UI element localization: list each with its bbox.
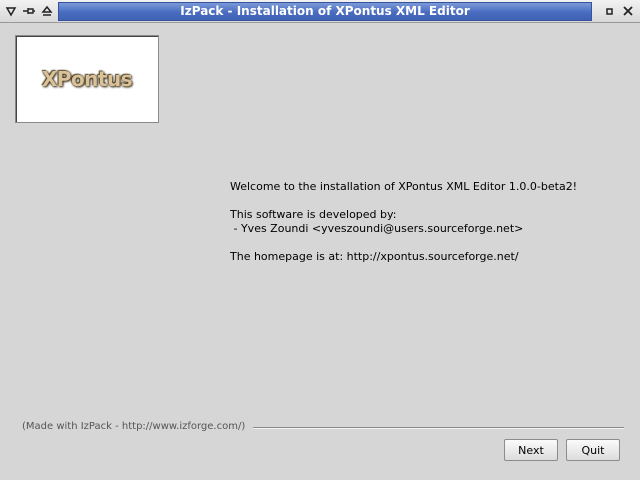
welcome-panel: Welcome to the installation of XPontus X… [230,180,577,264]
maximize-icon[interactable] [603,4,617,18]
shade-icon[interactable] [40,4,54,18]
pin-icon[interactable] [22,4,36,18]
window-title-bar[interactable]: IzPack - Installation of XPontus XML Edi… [0,0,640,23]
close-icon[interactable] [621,4,635,18]
made-with-label: (Made with IzPack - http://www.izforge.c… [22,421,246,432]
window-menu-icon[interactable] [4,4,18,18]
xpontus-logo: XPontus [15,35,159,123]
developed-by-text: This software is developed by: [230,208,397,221]
homepage-text: The homepage is at: http://xpontus.sourc… [230,250,519,263]
title-strip: IzPack - Installation of XPontus XML Edi… [58,2,592,21]
quit-button[interactable]: Quit [566,439,620,461]
author-text: - Yves Zoundi <yveszoundi@users.sourcefo… [230,222,524,235]
footer-separator [253,427,624,429]
welcome-text: Welcome to the installation of XPontus X… [230,180,578,193]
window-title: IzPack - Installation of XPontus XML Edi… [180,4,470,18]
logo-text: XPontus [41,67,133,91]
next-button[interactable]: Next [504,439,558,461]
